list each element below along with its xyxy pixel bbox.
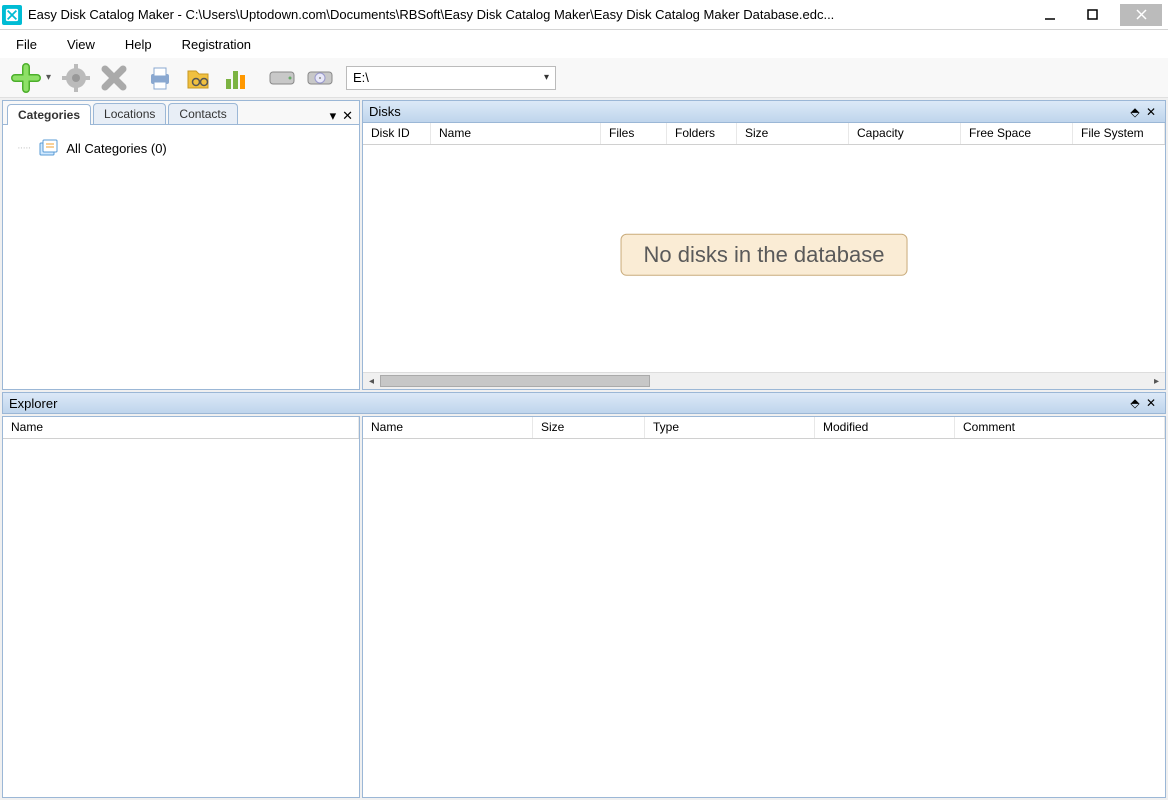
explorer-tree-body [3,439,359,797]
window-titlebar: Easy Disk Catalog Maker - C:\Users\Uptod… [0,0,1168,30]
toolbar: ▾ E:\ ▾ [0,58,1168,98]
menu-file[interactable]: File [12,33,41,56]
disks-body: No disks in the database [363,145,1165,372]
col-file-system[interactable]: File System [1073,123,1165,144]
col-name[interactable]: Name [431,123,601,144]
hdd-button[interactable] [264,60,300,96]
scroll-right-arrow[interactable]: ▸ [1148,376,1165,387]
col-capacity[interactable]: Capacity [849,123,961,144]
stats-button[interactable] [218,60,254,96]
print-button[interactable] [142,60,178,96]
drive-selector-value: E:\ [353,70,369,85]
explorer-left-col-name[interactable]: Name [3,417,359,438]
tabs-close-icon[interactable]: ✕ [342,108,353,124]
disks-column-headers: Disk ID Name Files Folders Size Capacity… [363,123,1165,145]
menu-help[interactable]: Help [121,33,156,56]
col-free-space[interactable]: Free Space [961,123,1073,144]
explorer-tree-panel: Name [2,416,360,798]
menu-registration[interactable]: Registration [178,33,255,56]
explorer-list-panel: Name Size Type Modified Comment [362,416,1166,798]
empty-disks-message: No disks in the database [621,233,908,275]
settings-button[interactable] [58,60,94,96]
categories-icon [38,137,60,159]
explorer-col-name[interactable]: Name [363,417,533,438]
explorer-panel-header: Explorer ⬘ ✕ [2,392,1166,414]
window-title: Easy Disk Catalog Maker - C:\Users\Uptod… [28,7,1036,22]
disc-button[interactable] [302,60,338,96]
drive-selector[interactable]: E:\ ▾ [346,66,556,90]
col-folders[interactable]: Folders [667,123,737,144]
tabs-menu-arrow[interactable]: ▾ [330,108,337,124]
delete-button[interactable] [96,60,132,96]
col-files[interactable]: Files [601,123,667,144]
disks-panel-title: Disks [369,104,1127,119]
app-icon [2,5,22,25]
category-tree: ····· All Categories (0) [3,125,359,389]
menubar: File View Help Registration [0,30,1168,58]
pin-icon[interactable]: ⬘ [1127,105,1143,119]
categories-panel: Categories Locations Contacts ▾ ✕ ····· … [2,100,360,390]
minimize-button[interactable] [1036,4,1064,26]
tab-locations[interactable]: Locations [93,103,166,124]
explorer-col-comment[interactable]: Comment [955,417,1165,438]
chevron-down-icon: ▾ [544,72,549,83]
explorer-close-icon[interactable]: ✕ [1143,396,1159,410]
scroll-thumb[interactable] [380,375,650,387]
close-button[interactable] [1120,4,1162,26]
add-button[interactable] [8,60,44,96]
disks-close-icon[interactable]: ✕ [1143,105,1159,119]
tab-categories[interactable]: Categories [7,104,91,125]
explorer-col-type[interactable]: Type [645,417,815,438]
explorer-pin-icon[interactable]: ⬘ [1127,396,1143,410]
disks-panel: Disks ⬘ ✕ Disk ID Name Files Folders Siz… [362,100,1166,390]
tab-contacts[interactable]: Contacts [168,103,237,124]
tree-root-node[interactable]: ····· All Categories (0) [11,135,351,161]
explorer-list-body [363,439,1165,797]
search-button[interactable] [180,60,216,96]
add-dropdown-arrow[interactable]: ▾ [46,72,56,83]
scroll-left-arrow[interactable]: ◂ [363,376,380,387]
tree-root-label: All Categories (0) [66,141,166,156]
maximize-button[interactable] [1078,4,1106,26]
tree-expander: ····· [17,142,30,154]
explorer-col-size[interactable]: Size [533,417,645,438]
menu-view[interactable]: View [63,33,99,56]
col-disk-id[interactable]: Disk ID [363,123,431,144]
explorer-panel-title: Explorer [9,396,1127,411]
disks-hscrollbar[interactable]: ◂ ▸ [363,372,1165,389]
explorer-col-modified[interactable]: Modified [815,417,955,438]
col-size[interactable]: Size [737,123,849,144]
